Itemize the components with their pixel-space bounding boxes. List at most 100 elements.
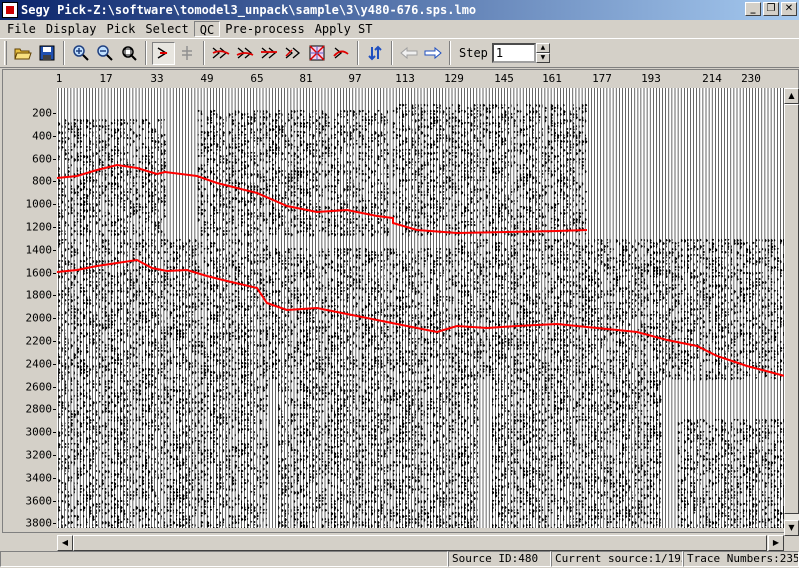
- y-tick-label: 1000: [25, 197, 53, 211]
- pick-mode-4-icon[interactable]: [282, 42, 305, 65]
- toolbar-separator: [145, 41, 147, 65]
- y-tick-label: 1600: [25, 266, 53, 280]
- y-tick-mark: [53, 432, 56, 434]
- status-bar: Source ID:480 Current source:1/195 Trace…: [0, 551, 799, 568]
- y-tick-mark: [53, 363, 56, 365]
- scroll-right-icon[interactable]: ▶: [768, 535, 784, 551]
- y-tick-label: 800: [32, 174, 52, 188]
- y-tick-label: 2200: [25, 334, 53, 348]
- y-tick-label: 2600: [25, 380, 53, 394]
- menu-apply-st[interactable]: Apply ST: [310, 21, 378, 37]
- y-tick-mark: [53, 272, 56, 274]
- y-tick-label: 600: [32, 152, 52, 166]
- toolbar-separator: [357, 41, 359, 65]
- x-tick-label: 230: [741, 72, 761, 85]
- pick-mode-2-icon[interactable]: [234, 42, 257, 65]
- x-tick-label: 17: [99, 72, 113, 85]
- zoom-out-icon[interactable]: [94, 42, 117, 65]
- window-title: Segy Pick-Z:\software\tomodel3_unpack\sa…: [21, 3, 477, 17]
- spin-down-icon[interactable]: ▼: [535, 53, 550, 63]
- x-tick-label: 81: [299, 72, 313, 85]
- x-tick-label: 1: [55, 72, 63, 85]
- zoom-fit-icon[interactable]: [118, 42, 141, 65]
- pick-mode-3-icon[interactable]: [258, 42, 281, 65]
- app-icon: [2, 2, 18, 18]
- y-tick-label: 400: [32, 129, 52, 143]
- toolbar-separator: [63, 41, 65, 65]
- y-tick-mark: [53, 227, 56, 228]
- menu-select[interactable]: Select: [140, 21, 193, 37]
- y-tick-mark: [53, 135, 56, 137]
- toolbar-separator: [449, 41, 451, 65]
- vertical-scroll-thumb[interactable]: [784, 104, 799, 514]
- open-folder-icon[interactable]: [12, 42, 35, 65]
- vertical-scrollbar[interactable]: ▲ ▼: [784, 88, 799, 536]
- y-tick-label: 1400: [25, 243, 53, 257]
- status-source-id: Source ID:480: [448, 551, 551, 567]
- horizontal-scrollbar[interactable]: ◀ ▶: [57, 535, 784, 551]
- previous-arrow-icon[interactable]: [398, 42, 421, 65]
- seismic-gather[interactable]: [57, 88, 785, 528]
- restore-button[interactable]: ❐: [763, 2, 779, 16]
- menu-file[interactable]: File: [2, 21, 41, 37]
- y-tick-mark: [53, 113, 56, 114]
- y-tick-label: 2800: [25, 402, 53, 416]
- y-tick-mark: [53, 455, 56, 456]
- step-label: Step: [459, 46, 488, 60]
- wiggle-fill: [58, 103, 785, 528]
- pick-disabled-icon[interactable]: [176, 42, 199, 65]
- menu-preprocess[interactable]: Pre-process: [220, 21, 309, 37]
- y-tick-mark: [53, 477, 56, 479]
- scroll-down-icon[interactable]: ▼: [784, 520, 799, 536]
- y-tick-mark: [53, 318, 56, 320]
- zoom-in-icon[interactable]: [70, 42, 93, 65]
- pick-mode-1-icon[interactable]: [210, 42, 233, 65]
- menu-bar: File Display Pick Select QC Pre-process …: [0, 20, 799, 38]
- x-tick-label: 97: [348, 72, 362, 85]
- y-tick-label: 3000: [25, 425, 53, 439]
- y-tick-label: 2400: [25, 357, 53, 371]
- trace-axis: 1 17 33 49 65 81 97 113 129 145 161 177 193 214 230: [56, 72, 784, 88]
- toolbar: Step 1 ▲ ▼: [0, 38, 799, 68]
- y-tick-mark: [53, 523, 56, 525]
- y-tick-mark: [53, 500, 56, 502]
- x-tick-label: 33: [150, 72, 164, 85]
- menu-pick[interactable]: Pick: [101, 21, 140, 37]
- scroll-up-icon[interactable]: ▲: [784, 88, 799, 104]
- y-tick-label: 1800: [25, 288, 53, 302]
- x-tick-label: 65: [250, 72, 264, 85]
- swap-vertical-icon[interactable]: [364, 42, 387, 65]
- y-tick-mark: [53, 158, 56, 160]
- step-spinner[interactable]: ▲ ▼: [535, 43, 550, 63]
- x-tick-label: 193: [641, 72, 661, 85]
- menu-display[interactable]: Display: [41, 21, 102, 37]
- spin-up-icon[interactable]: ▲: [535, 43, 550, 53]
- pick-mode-5-icon[interactable]: [330, 42, 353, 65]
- x-tick-label: 49: [200, 72, 214, 85]
- y-tick-mark: [53, 386, 56, 388]
- status-trace-numbers: Trace Numbers:235: [683, 551, 799, 567]
- save-disk-icon[interactable]: [36, 42, 59, 65]
- y-tick-label: 1200: [25, 220, 53, 234]
- minimize-button[interactable]: _: [745, 2, 761, 16]
- pick-grid-icon[interactable]: [306, 42, 329, 65]
- y-tick-mark: [53, 295, 56, 297]
- y-tick-mark: [53, 204, 56, 206]
- menu-qc[interactable]: QC: [193, 21, 221, 37]
- y-tick-label: 200: [32, 106, 52, 120]
- step-input[interactable]: 1: [491, 43, 536, 63]
- horizontal-scroll-thumb[interactable]: [73, 535, 767, 551]
- y-tick-label: 3200: [25, 448, 53, 462]
- x-tick-label: 214: [702, 72, 722, 85]
- y-tick-mark: [53, 249, 56, 251]
- next-arrow-icon[interactable]: [422, 42, 445, 65]
- seismic-wiggle-canvas[interactable]: [57, 88, 785, 528]
- scroll-left-icon[interactable]: ◀: [57, 535, 73, 551]
- status-message: [0, 551, 448, 567]
- y-tick-label: 2000: [25, 311, 53, 325]
- pick-arrow-icon[interactable]: [151, 41, 175, 65]
- close-button[interactable]: ✕: [781, 2, 797, 16]
- y-tick-label: 3600: [25, 494, 53, 508]
- x-tick-label: 129: [444, 72, 464, 85]
- y-tick-mark: [53, 409, 56, 411]
